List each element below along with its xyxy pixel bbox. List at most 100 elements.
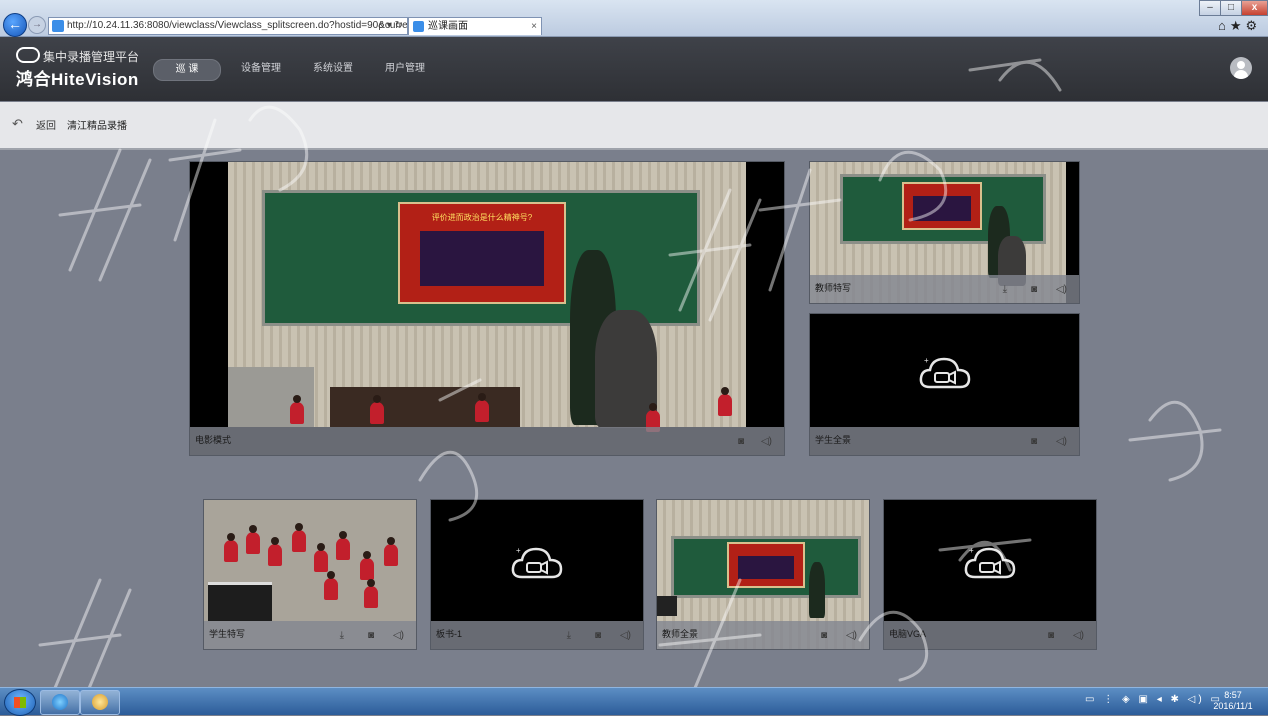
camera-snapshot-icon[interactable]: ◙	[1031, 284, 1037, 295]
tile-control-bar: 电脑VGA ◙ ◁)	[884, 621, 1096, 649]
sound-icon[interactable]: ◁)	[846, 630, 857, 641]
student-figure	[718, 387, 732, 416]
video-tile-blackboard[interactable]: + 板书-1 ⤓ ◙ ◁)	[430, 499, 644, 650]
video-tile-student-closeup[interactable]: 学生特写 ⤓ ◙ ◁)	[203, 499, 417, 650]
cloud-logo-icon	[16, 47, 40, 63]
camera-snapshot-icon[interactable]: ◙	[368, 630, 374, 641]
brand-logo: 鸿合HiteVision	[16, 70, 139, 89]
sub-header: ↶ 返回 清江精品录播	[0, 102, 1268, 150]
monitor-image	[657, 596, 677, 616]
student-figure	[384, 537, 398, 566]
platform-name: 集中录播管理平台	[43, 50, 140, 64]
svg-text:+: +	[516, 546, 521, 555]
student-figure	[314, 543, 328, 572]
piano-image	[208, 582, 272, 621]
sound-icon[interactable]: ◁)	[1056, 284, 1067, 295]
download-icon[interactable]: ⤓	[1003, 284, 1007, 295]
paint-icon	[92, 694, 108, 710]
sound-icon[interactable]: ◁)	[1073, 630, 1084, 641]
app-header: 集中录播管理平台 鸿合HiteVision 巡 课 设备管理 系统设置 用户管理	[0, 37, 1268, 101]
system-tray-icons[interactable]: ▭ ⋮ ◈ ▣ ◂ ✱ ◁) ▭	[1085, 694, 1223, 705]
taskbar-clock[interactable]: 8:57 2016/11/1	[1208, 690, 1258, 712]
back-arrow-icon[interactable]: ↶	[12, 116, 23, 132]
svg-text:+: +	[924, 356, 929, 365]
download-icon[interactable]: ⤓	[567, 630, 571, 641]
svg-text:+: +	[969, 546, 974, 555]
browser-home-favorites-settings-icons[interactable]: ⌂★⚙	[1218, 18, 1261, 34]
tile-label: 学生特写	[209, 629, 246, 639]
sound-icon[interactable]: ◁)	[393, 630, 404, 641]
slide-title: 评价进而政治是什么精神号?	[431, 212, 533, 222]
tab-page-icon	[413, 21, 424, 32]
tile-control-bar: 板书-1 ⤓ ◙ ◁)	[431, 621, 643, 649]
student-figure	[246, 525, 260, 554]
sound-icon[interactable]: ◁)	[761, 436, 772, 447]
user-avatar-icon[interactable]	[1230, 57, 1252, 79]
camera-snapshot-icon[interactable]: ◙	[738, 436, 744, 447]
browser-forward-button[interactable]: →	[28, 16, 46, 34]
sound-icon[interactable]: ◁)	[620, 630, 631, 641]
video-tile-movie-mode[interactable]: 评价进而政治是什么精神号? 电影模式 ◙ ◁)	[189, 161, 785, 456]
window-maximize-button[interactable]: □	[1220, 0, 1242, 16]
address-url: http://10.24.11.36:8080/viewclass/Viewcl…	[67, 20, 408, 31]
tile-label: 电影模式	[195, 435, 232, 445]
student-figure	[324, 571, 338, 600]
no-signal-camera-cloud-icon: +	[511, 546, 563, 578]
camera-snapshot-icon[interactable]: ◙	[1031, 436, 1037, 447]
address-tools[interactable]: ρ ▾ ↻	[378, 18, 403, 34]
taskbar-ie-button[interactable]	[40, 690, 80, 715]
tile-label: 教师特写	[815, 283, 852, 293]
student-figure	[336, 531, 350, 560]
photographer-figure	[595, 310, 657, 428]
nav-tour-class[interactable]: 巡 课	[153, 59, 221, 81]
start-button-icon[interactable]	[4, 689, 36, 716]
clock-time: 8:57	[1224, 690, 1242, 700]
tile-control-bar: 教师特写 ⤓ ◙ ◁)	[810, 275, 1079, 303]
desk-image	[330, 387, 520, 427]
tile-label: 板书-1	[436, 629, 463, 639]
projection-screen-image: 评价进而政治是什么精神号?	[398, 202, 566, 304]
breadcrumb-classroom: 清江精品录播	[67, 121, 127, 132]
tile-control-bar: 学生全景 ◙ ◁)	[810, 427, 1079, 455]
student-figure	[290, 395, 304, 424]
windows-taskbar: ▭ ⋮ ◈ ▣ ◂ ✱ ◁) ▭ 8:57 2016/11/1	[0, 687, 1268, 716]
tab-close-icon[interactable]: ×	[531, 18, 537, 35]
download-icon[interactable]: ⤓	[340, 630, 344, 641]
video-tile-student-panorama[interactable]: + 学生全景 ◙ ◁)	[809, 313, 1080, 456]
nav-device-management[interactable]: 设备管理	[236, 59, 286, 79]
back-button[interactable]: 返回	[36, 117, 56, 132]
tile-control-bar: 学生特写 ⤓ ◙ ◁)	[204, 621, 416, 649]
student-figure	[224, 533, 238, 562]
tile-control-bar: 教师全景 ◙ ◁)	[657, 621, 869, 649]
camera-snapshot-icon[interactable]: ◙	[595, 630, 601, 641]
ie-page-icon	[52, 20, 64, 32]
browser-back-button[interactable]: ←	[3, 13, 27, 37]
video-tile-teacher-panorama[interactable]: 教师全景 ◙ ◁)	[656, 499, 870, 650]
student-figure	[268, 537, 282, 566]
student-figure	[360, 551, 374, 580]
internet-explorer-icon	[52, 694, 68, 710]
address-bar[interactable]: http://10.24.11.36:8080/viewclass/Viewcl…	[48, 17, 408, 35]
window-close-button[interactable]: x	[1241, 0, 1268, 16]
no-signal-camera-cloud-icon: +	[964, 546, 1016, 578]
camera-snapshot-icon[interactable]: ◙	[1048, 630, 1054, 641]
projection-screen-image	[727, 542, 805, 588]
video-tile-computer-vga[interactable]: + 电脑VGA ◙ ◁)	[883, 499, 1097, 650]
taskbar-paint-button[interactable]	[80, 690, 120, 715]
camera-snapshot-icon[interactable]: ◙	[821, 630, 827, 641]
student-figure	[292, 523, 306, 552]
nav-system-settings[interactable]: 系统设置	[308, 59, 358, 79]
tile-control-bar: 电影模式 ◙ ◁)	[190, 427, 784, 455]
tile-label: 教师全景	[662, 629, 699, 639]
nav-user-management[interactable]: 用户管理	[380, 59, 430, 79]
browser-tab[interactable]: 巡课画面 ×	[408, 17, 542, 35]
tab-title: 巡课画面	[428, 21, 468, 32]
sound-icon[interactable]: ◁)	[1056, 436, 1067, 447]
teacher-figure	[809, 562, 825, 618]
clock-date: 2016/11/1	[1213, 701, 1253, 711]
window-minimize-button[interactable]: –	[1199, 0, 1221, 16]
student-figure	[475, 393, 489, 422]
tile-label: 学生全景	[815, 435, 852, 445]
video-tile-teacher-closeup[interactable]: 教师特写 ⤓ ◙ ◁)	[809, 161, 1080, 304]
student-figure	[370, 395, 384, 424]
